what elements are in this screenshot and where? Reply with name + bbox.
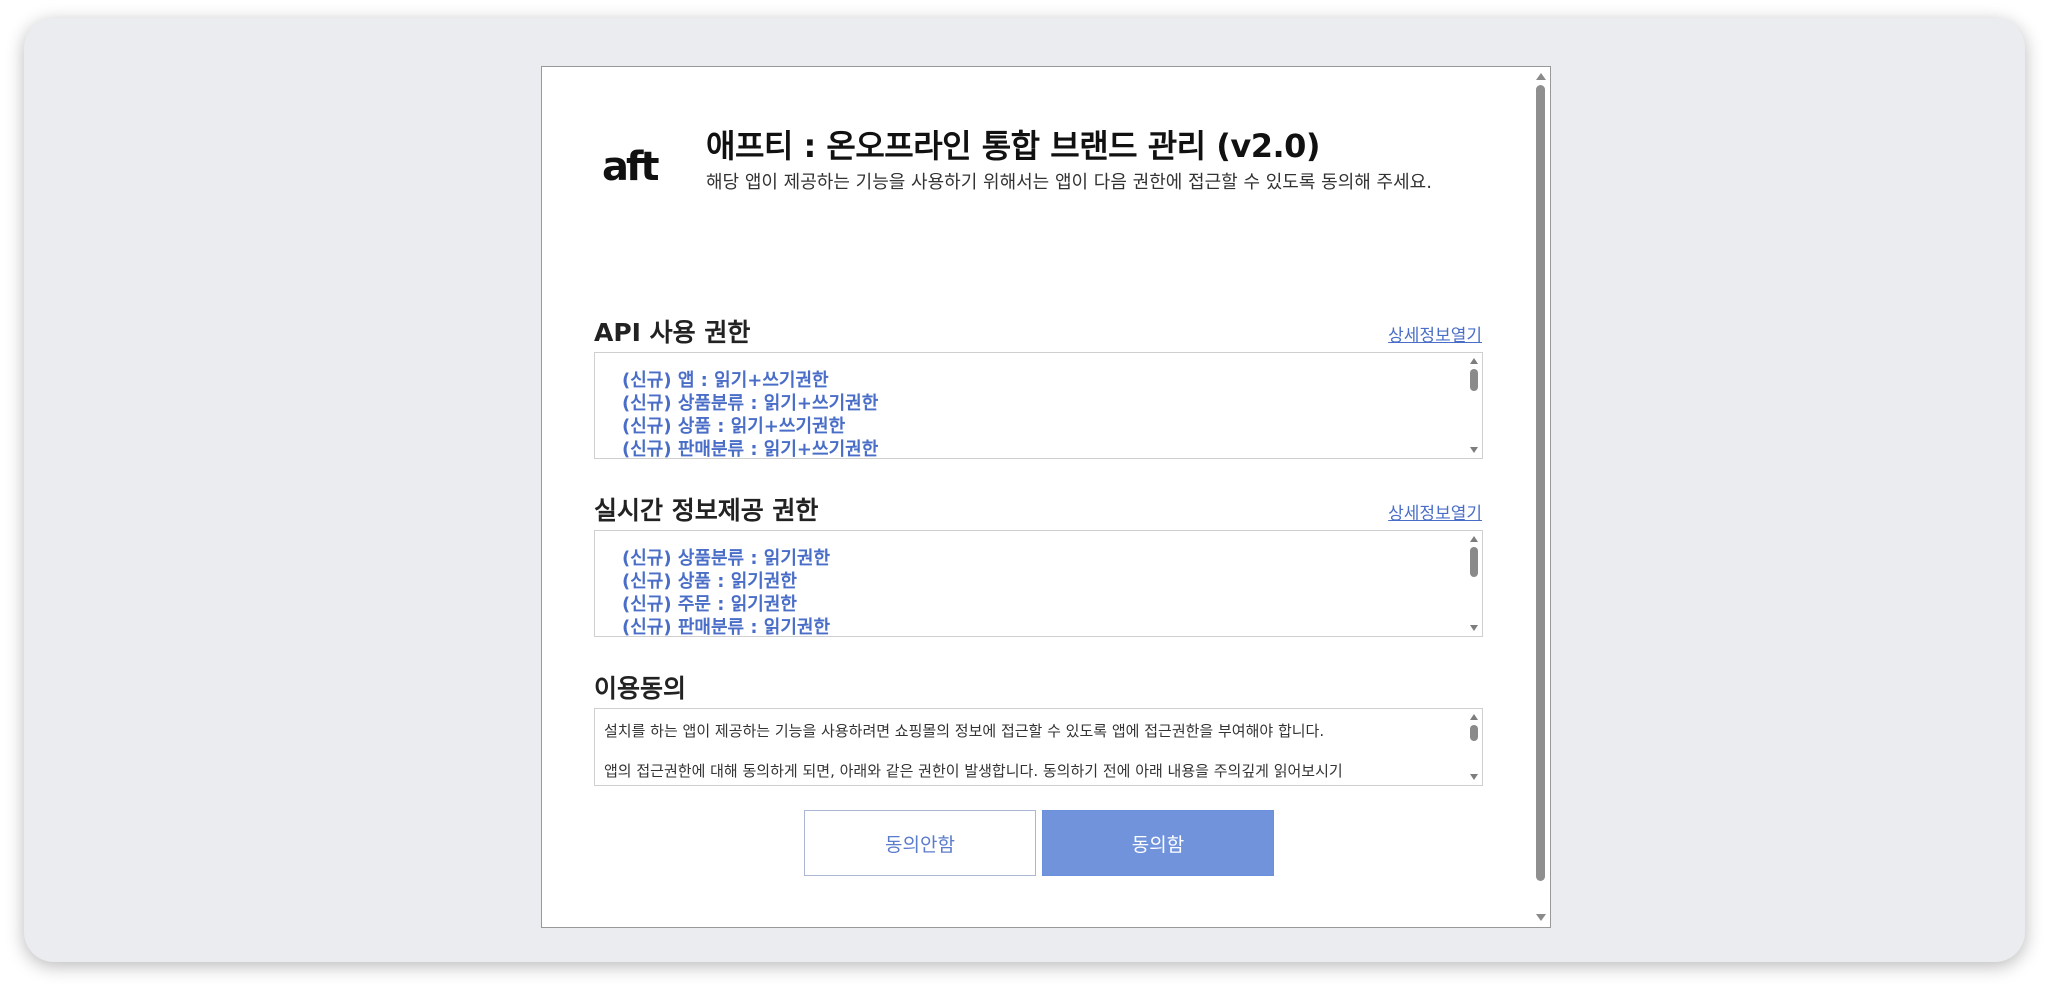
app-logo: aft	[602, 144, 660, 190]
realtime-permissions-list-box[interactable]: (신규) 상품분류 : 읽기권한 (신규) 상품 : 읽기권한 (신규) 주문 …	[594, 530, 1483, 637]
list-item: (신규) 상품 : 읽기권한	[622, 571, 797, 592]
api-permissions-detail-link[interactable]: 상세정보열기	[1388, 321, 1482, 346]
scroll-up-arrow-icon[interactable]	[1536, 73, 1546, 80]
consent-scrollbar[interactable]	[1466, 709, 1482, 785]
scroll-up-arrow-icon[interactable]	[1470, 358, 1478, 364]
realtime-permissions-list: (신규) 상품분류 : 읽기권한 (신규) 상품 : 읽기권한 (신규) 주문 …	[595, 531, 1482, 637]
scroll-up-arrow-icon[interactable]	[1470, 714, 1478, 720]
agree-button[interactable]: 동의함	[1042, 810, 1274, 876]
consent-text: 설치를 하는 앱이 제공하는 기능을 사용하려면 쇼핑몰의 정보에 접근할 수 …	[595, 709, 1482, 785]
scroll-down-arrow-icon[interactable]	[1536, 914, 1546, 921]
realtime-permissions-title: 실시간 정보제공 권한	[594, 496, 819, 525]
list-item: (신규) 판매분류 : 읽기권한	[622, 617, 831, 637]
scrollbar-thumb[interactable]	[1470, 369, 1478, 391]
api-permissions-scrollbar[interactable]	[1466, 353, 1482, 458]
consent-paragraph: 앱의 접근권한에 대해 동의하게 되면, 아래와 같은 권한이 발생합니다. 동…	[604, 762, 1343, 780]
consent-title: 이용동의	[594, 674, 687, 703]
list-item: (신규) 상품 : 읽기+쓰기권한	[622, 416, 846, 437]
screen-frame: aft 애프티 : 온오프라인 통합 브랜드 관리 (v2.0) 해당 앱이 제…	[24, 18, 2025, 962]
scroll-down-arrow-icon[interactable]	[1470, 774, 1478, 780]
scroll-down-arrow-icon[interactable]	[1470, 625, 1478, 631]
realtime-permissions-scrollbar[interactable]	[1466, 531, 1482, 636]
app-title: 애프티 : 온오프라인 통합 브랜드 관리 (v2.0)	[706, 127, 1321, 165]
decline-button[interactable]: 동의안함	[804, 810, 1036, 876]
list-item: (신규) 앱 : 읽기+쓰기권한	[622, 370, 829, 391]
scrollbar-thumb[interactable]	[1470, 725, 1478, 741]
list-item: (신규) 상품분류 : 읽기+쓰기권한	[622, 393, 879, 414]
scroll-up-arrow-icon[interactable]	[1470, 536, 1478, 542]
app-description: 해당 앱이 제공하는 기능을 사용하기 위해서는 앱이 다음 권한에 접근할 수…	[706, 172, 1432, 193]
list-item: (신규) 상품분류 : 읽기권한	[622, 548, 831, 569]
consent-dialog: aft 애프티 : 온오프라인 통합 브랜드 관리 (v2.0) 해당 앱이 제…	[541, 66, 1551, 928]
list-item: (신규) 주문 : 읽기권한	[622, 594, 797, 615]
api-permissions-list: (신규) 앱 : 읽기+쓰기권한 (신규) 상품분류 : 읽기+쓰기권한 (신규…	[595, 353, 1482, 459]
list-item: (신규) 판매분류 : 읽기+쓰기권한	[622, 439, 879, 459]
consent-paragraph: 설치를 하는 앱이 제공하는 기능을 사용하려면 쇼핑몰의 정보에 접근할 수 …	[604, 722, 1325, 740]
scroll-down-arrow-icon[interactable]	[1470, 447, 1478, 453]
dialog-scrollbar[interactable]	[1532, 67, 1550, 927]
realtime-permissions-detail-link[interactable]: 상세정보열기	[1388, 499, 1482, 524]
api-permissions-title: API 사용 권한	[594, 318, 751, 347]
api-permissions-list-box[interactable]: (신규) 앱 : 읽기+쓰기권한 (신규) 상품분류 : 읽기+쓰기권한 (신규…	[594, 352, 1483, 459]
scrollbar-thumb[interactable]	[1536, 85, 1545, 881]
consent-text-box[interactable]: 설치를 하는 앱이 제공하는 기능을 사용하려면 쇼핑몰의 정보에 접근할 수 …	[594, 708, 1483, 786]
scrollbar-thumb[interactable]	[1470, 547, 1478, 577]
